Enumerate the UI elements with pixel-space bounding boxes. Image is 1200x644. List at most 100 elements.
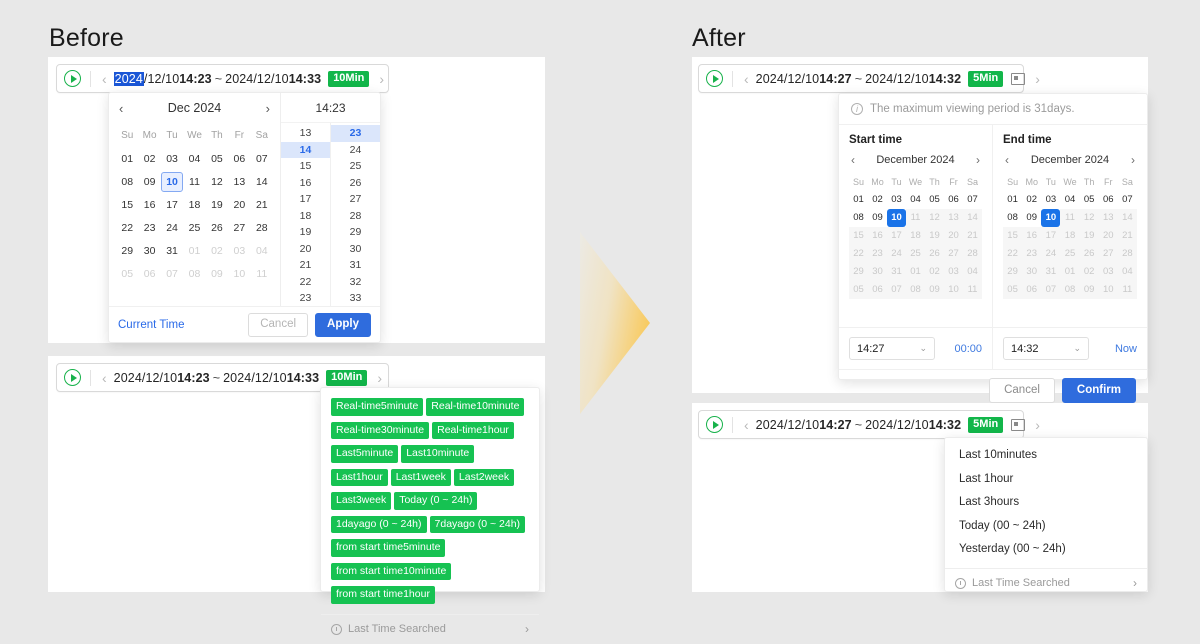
calendar-day[interactable]: 25: [183, 218, 205, 238]
calendar-day[interactable]: 29: [116, 241, 138, 261]
end-time-select[interactable]: 14:32 ⌄: [1003, 337, 1089, 360]
minute-option[interactable]: 32: [331, 274, 380, 291]
apply-button[interactable]: Apply: [315, 313, 371, 337]
calendar-day[interactable]: 22: [116, 218, 138, 238]
quick-range-tag[interactable]: from start time5minute: [331, 539, 446, 557]
quick-range-list-item[interactable]: Yesterday (00 ~ 24h): [945, 538, 1147, 562]
play-circle-icon[interactable]: [64, 369, 81, 386]
calendar-day[interactable]: 04: [906, 191, 925, 209]
chevron-right-icon[interactable]: ›: [525, 622, 529, 636]
after-date-range-bar-two[interactable]: ‹ 2024/12/1014:27 ~2024/12/1014:32 5Min ›: [698, 410, 1040, 439]
calendar-day[interactable]: 08: [183, 264, 205, 284]
calendar-day[interactable]: 05: [116, 264, 138, 284]
calendar-day[interactable]: 02: [868, 191, 887, 209]
end-day-grid[interactable]: 01 02 03 04 05 06 07 08 09 10 11 12 13 14 15 16 17 18 19 20…: [1003, 191, 1137, 299]
calendar-day[interactable]: 08: [116, 172, 138, 192]
minute-option[interactable]: 33: [331, 290, 380, 307]
calendar-day[interactable]: 11: [183, 172, 205, 192]
quick-range-list[interactable]: Last 10minutes Last 1hour Last 3hours Today…: [945, 444, 1147, 562]
start-next-month-button[interactable]: ›: [974, 153, 982, 167]
end-time[interactable]: 14:33: [289, 72, 321, 86]
hour-option[interactable]: 20: [281, 241, 330, 258]
calendar-day[interactable]: 07: [1118, 191, 1137, 209]
interval-badge[interactable]: 10Min: [326, 369, 368, 386]
confirm-button[interactable]: Confirm: [1061, 377, 1136, 404]
calendar-day[interactable]: 26: [206, 218, 228, 238]
start-time[interactable]: 14:27: [819, 72, 851, 86]
calendar-day[interactable]: 09: [206, 264, 228, 284]
last-time-searched-row[interactable]: Last Time Searched ›: [945, 567, 1147, 598]
hour-column[interactable]: 13 14 15 16 17 18 19 20 21 22 23: [281, 123, 331, 307]
calendar-day[interactable]: 30: [138, 241, 160, 261]
start-time[interactable]: 14:27: [819, 418, 851, 432]
calendar-day[interactable]: 01: [116, 149, 138, 169]
quick-range-tag[interactable]: Last1hour: [331, 468, 388, 486]
calendar-day[interactable]: 06: [138, 264, 160, 284]
start-day-grid[interactable]: 01 02 03 04 05 06 07 08 09 10 11 12 13 14 15 16 17 18 19 20…: [849, 191, 982, 299]
before-date-range-bar[interactable]: ‹ 2024/12/1014:23 ~2024/12/1014:33 10Min …: [56, 64, 389, 93]
calendar-day[interactable]: 18: [183, 195, 205, 215]
next-range-button[interactable]: ›: [375, 72, 388, 86]
midnight-link[interactable]: 00:00: [954, 343, 982, 355]
calendar-day[interactable]: 03: [228, 241, 250, 261]
prev-range-button[interactable]: ‹: [98, 371, 111, 385]
calendar-day[interactable]: 10: [1041, 209, 1061, 227]
now-link[interactable]: Now: [1115, 343, 1137, 355]
quick-range-tag[interactable]: 1dayago (0 ~ 24h): [331, 515, 427, 533]
calendar-day[interactable]: 17: [161, 195, 183, 215]
quick-range-tag[interactable]: Last1week: [390, 468, 451, 486]
play-circle-icon[interactable]: [706, 70, 723, 87]
range-text[interactable]: 2024/12/1014:27 ~2024/12/1014:32: [756, 72, 962, 86]
selected-year-segment[interactable]: 2024: [113, 71, 144, 86]
calendar-day[interactable]: 03: [1041, 191, 1060, 209]
last-time-searched-row[interactable]: Last Time Searched ›: [321, 613, 539, 644]
after-date-range-bar[interactable]: ‹ 2024/12/1014:27 ~2024/12/1014:32 5Min ›: [698, 64, 1040, 93]
calendar-day[interactable]: 02: [206, 241, 228, 261]
calendar-day[interactable]: 06: [228, 149, 250, 169]
hour-option[interactable]: 19: [281, 224, 330, 241]
hour-option[interactable]: 23: [281, 290, 330, 307]
quick-range-tag[interactable]: 7dayago (0 ~ 24h): [429, 515, 526, 533]
minute-option[interactable]: 27: [331, 191, 380, 208]
quick-range-tag[interactable]: from start time10minute: [331, 562, 452, 580]
calendar-day[interactable]: 03: [887, 191, 906, 209]
prev-range-button[interactable]: ‹: [740, 72, 753, 86]
quick-range-tag[interactable]: Real-time10minute: [426, 398, 525, 416]
calendar-day[interactable]: 28: [251, 218, 273, 238]
hour-option[interactable]: 18: [281, 208, 330, 225]
quick-range-tag-list[interactable]: Real-time5minute Real-time10minute Real-ti…: [321, 388, 539, 614]
end-time[interactable]: 14:32: [929, 72, 961, 86]
quick-range-tag[interactable]: Real-time30minute: [331, 421, 430, 439]
calendar-day[interactable]: 24: [161, 218, 183, 238]
calendar-day[interactable]: 27: [228, 218, 250, 238]
calendar-day[interactable]: 05: [206, 149, 228, 169]
calendar-day[interactable]: 10: [228, 264, 250, 284]
next-range-button[interactable]: ›: [1031, 418, 1044, 432]
quick-range-list-item[interactable]: Last 1hour: [945, 468, 1147, 492]
calendar-day[interactable]: 23: [138, 218, 160, 238]
prev-range-button[interactable]: ‹: [740, 418, 753, 432]
calendar-day[interactable]: 20: [228, 195, 250, 215]
hour-option[interactable]: 13: [281, 125, 330, 142]
minute-option[interactable]: 29: [331, 224, 380, 241]
calendar-day[interactable]: 02: [138, 149, 160, 169]
calendar-next-month-button[interactable]: ›: [266, 101, 270, 116]
calendar-day[interactable]: 19: [206, 195, 228, 215]
minute-option[interactable]: 23: [331, 125, 380, 142]
calendar-day[interactable]: 07: [161, 264, 183, 284]
chevron-right-icon[interactable]: ›: [1133, 576, 1137, 590]
minute-option[interactable]: 31: [331, 257, 380, 274]
quick-range-tag[interactable]: Last2week: [453, 468, 515, 486]
hour-option[interactable]: 21: [281, 257, 330, 274]
hour-option[interactable]: 17: [281, 191, 330, 208]
quick-range-list-item[interactable]: Last 10minutes: [945, 444, 1147, 468]
calendar-day[interactable]: 14: [251, 172, 273, 192]
calendar-day[interactable]: 01: [183, 241, 205, 261]
calendar-day[interactable]: 05: [1080, 191, 1099, 209]
hour-option[interactable]: 22: [281, 274, 330, 291]
hour-option[interactable]: 16: [281, 175, 330, 192]
calendar-day[interactable]: 09: [868, 209, 887, 227]
end-time[interactable]: 14:32: [929, 418, 961, 432]
calendar-day[interactable]: 02: [1022, 191, 1041, 209]
calendar-day[interactable]: 31: [161, 241, 183, 261]
